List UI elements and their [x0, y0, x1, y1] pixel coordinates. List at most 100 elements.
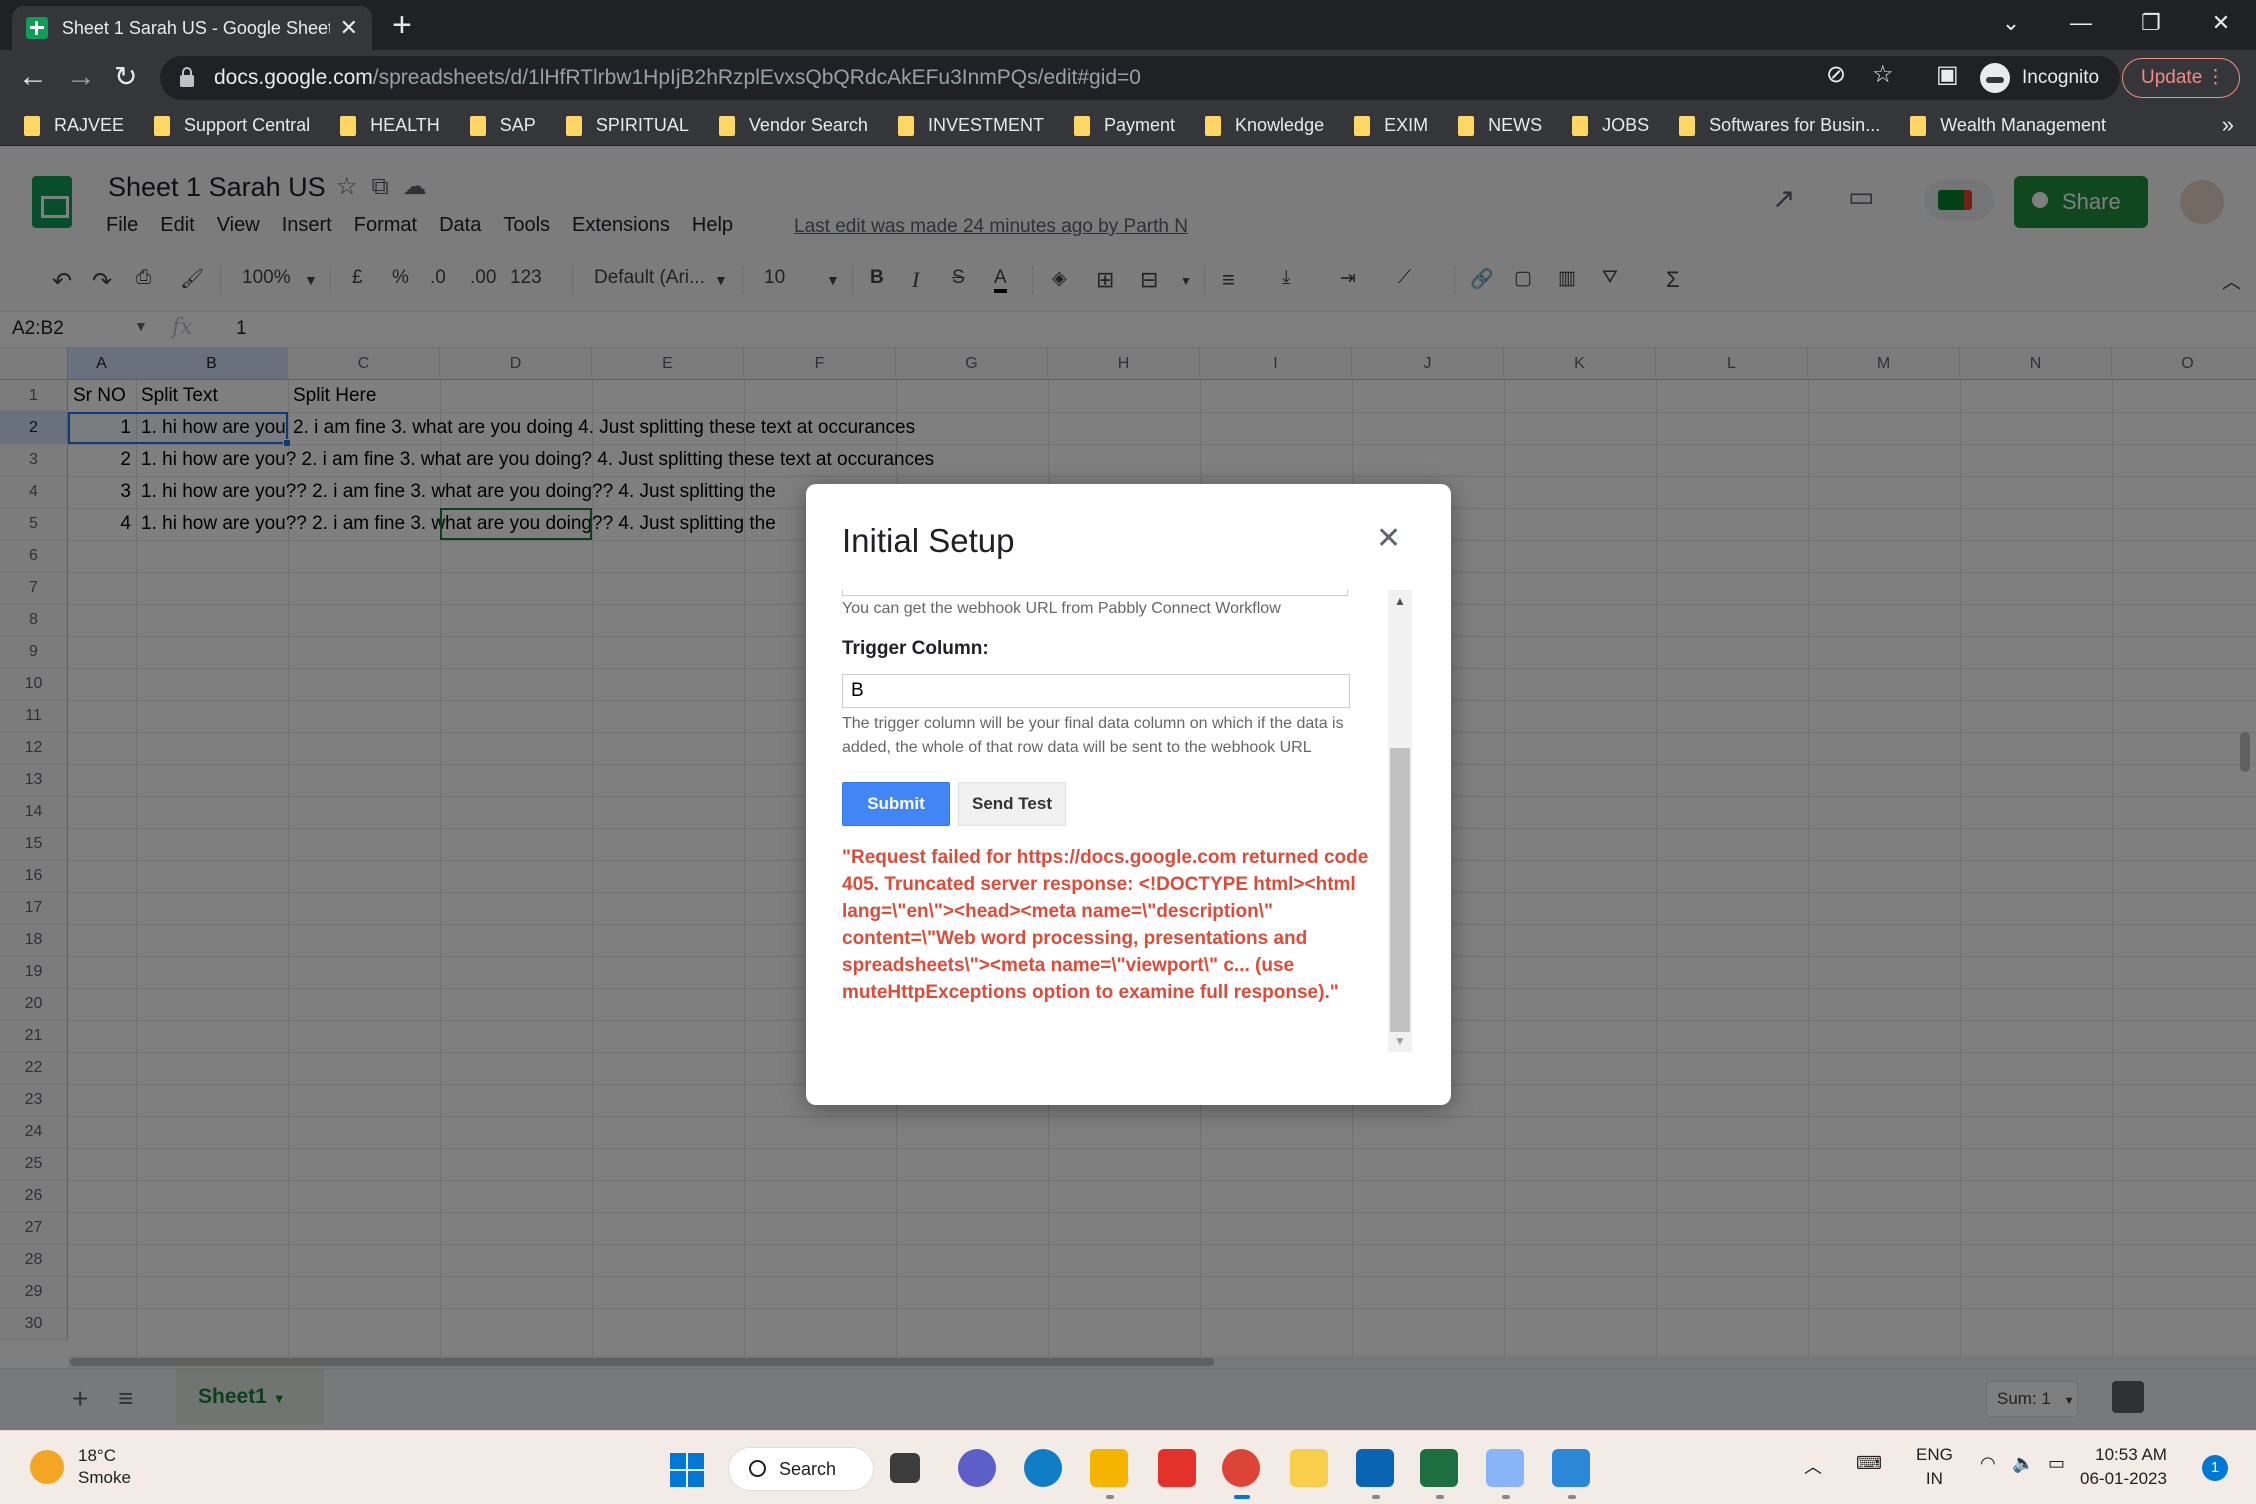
running-indicator [1436, 1495, 1444, 1499]
weather-widget[interactable]: 18°C Smoke [30, 1445, 131, 1489]
language-code: ENG [1916, 1445, 1953, 1464]
bookmark-news[interactable]: NEWS [1458, 115, 1542, 136]
excel-icon[interactable] [1420, 1449, 1458, 1487]
system-clock[interactable]: 10:53 AM 06-01-2023 [2080, 1443, 2167, 1491]
eye-off-icon[interactable]: ⊘ [1826, 60, 1846, 89]
scroll-down-icon[interactable]: ▼ [1388, 1034, 1412, 1048]
folder-icon [1679, 115, 1696, 136]
teams-chat-icon[interactable] [958, 1449, 996, 1487]
scroll-up-icon[interactable]: ▲ [1388, 594, 1412, 608]
error-message: "Request failed for https://docs.google.… [842, 847, 1369, 1003]
close-window-button[interactable]: ✕ [2186, 0, 2256, 46]
outlook-icon[interactable] [1356, 1449, 1394, 1487]
folder-icon [1572, 115, 1589, 136]
folder-icon [154, 115, 171, 136]
battery-icon[interactable]: ▭ [2048, 1453, 2065, 1474]
sticky-notes-icon[interactable] [1290, 1449, 1328, 1487]
new-tab-button[interactable]: + [392, 8, 412, 42]
bookmark-label: NEWS [1488, 115, 1543, 135]
dialog-title: Initial Setup [842, 522, 1015, 559]
webhook-url-input[interactable] [842, 590, 1348, 596]
back-arrow-icon[interactable]: ← [18, 62, 48, 92]
bookmark-label: Knowledge [1235, 115, 1325, 135]
bookmark-rajvee[interactable]: RAJVEE [24, 115, 124, 136]
bookmark-star-icon[interactable]: ☆ [1872, 60, 1894, 89]
bookmark-health[interactable]: HEALTH [340, 115, 440, 136]
folder-icon [469, 115, 486, 136]
input-language[interactable]: ENG IN [1916, 1443, 1953, 1491]
close-icon[interactable]: ✕ [1376, 524, 1401, 554]
bookmarks-overflow-icon[interactable]: » [2222, 112, 2234, 138]
photos-icon[interactable] [1552, 1449, 1590, 1487]
bookmark-softwares[interactable]: Softwares for Busin... [1679, 115, 1880, 136]
windows-start-icon[interactable] [670, 1453, 704, 1487]
folder-icon [1910, 115, 1927, 136]
edge-icon[interactable] [1024, 1449, 1062, 1487]
incognito-profile[interactable]: Incognito [1980, 56, 2099, 100]
update-button[interactable]: Update ⋮ [2122, 58, 2240, 98]
bookmark-label: Wealth Management [1940, 115, 2106, 135]
bookmark-label: SPIRITUAL [595, 115, 689, 135]
folder-icon [340, 115, 357, 136]
forward-arrow-icon[interactable]: → [66, 62, 96, 92]
initial-setup-dialog: Initial Setup ✕ You can get the webhook … [806, 484, 1451, 1105]
taskbar-search[interactable]: Search [728, 1447, 874, 1491]
reload-icon[interactable]: ↻ [114, 62, 137, 92]
tray-overflow-icon[interactable]: ︿ [1804, 1453, 1822, 1479]
url-path: /spreadsheets/d/1lHfRTlrbw1HpIjB2hRzplEv… [372, 66, 1141, 89]
restore-button[interactable]: ❐ [2116, 0, 2186, 46]
folder-icon [1354, 115, 1371, 136]
browser-tab[interactable]: Sheet 1 Sarah US - Google Sheets ✕ [12, 6, 372, 50]
bookmark-exim[interactable]: EXIM [1354, 115, 1428, 136]
send-test-button[interactable]: Send Test [958, 782, 1066, 826]
bookmark-support-central[interactable]: Support Central [154, 115, 310, 136]
folder-icon [1073, 115, 1090, 136]
bookmark-vendor-search[interactable]: Vendor Search [718, 115, 868, 136]
clock-date: 06-01-2023 [2080, 1469, 2167, 1488]
active-indicator [1234, 1495, 1250, 1499]
weather-sun-icon [30, 1450, 64, 1484]
chrome-icon[interactable] [1222, 1449, 1260, 1487]
bookmark-label: EXIM [1384, 115, 1429, 135]
volume-icon[interactable]: 🔈 [2012, 1453, 2034, 1474]
keyboard-icon[interactable]: ⌨ [1856, 1453, 1882, 1474]
anydesk-icon[interactable] [1158, 1449, 1196, 1487]
bookmark-spiritual[interactable]: SPIRITUAL [565, 115, 689, 136]
bookmark-sap[interactable]: SAP [469, 115, 536, 136]
bookmark-knowledge[interactable]: Knowledge [1205, 115, 1324, 136]
bookmark-label: SAP [499, 115, 536, 135]
lock-icon[interactable] [180, 67, 194, 87]
bookmark-label: HEALTH [370, 115, 440, 135]
minimize-button[interactable]: — [2046, 0, 2116, 46]
dialog-body: You can get the webhook URL from Pabbly … [842, 590, 1402, 1052]
incognito-icon [1980, 63, 2010, 93]
running-indicator [1372, 1495, 1380, 1499]
region-code: IN [1925, 1469, 1943, 1488]
scrollbar-thumb[interactable] [1390, 748, 1410, 1032]
folder-icon [1458, 115, 1475, 136]
wifi-icon[interactable]: ◠ [1980, 1453, 1996, 1474]
bookmark-payment[interactable]: Payment [1073, 115, 1176, 136]
bookmark-jobs[interactable]: JOBS [1572, 115, 1649, 136]
file-explorer-icon[interactable] [1090, 1449, 1128, 1487]
dialog-scrollbar[interactable]: ▲ ▼ [1388, 590, 1412, 1052]
task-view-icon[interactable] [890, 1453, 920, 1483]
bookmark-investment[interactable]: INVESTMENT [897, 115, 1044, 136]
update-label: Update [2141, 67, 2203, 88]
tab-close-icon[interactable]: ✕ [340, 15, 358, 41]
running-indicator [1106, 1495, 1114, 1499]
trigger-column-input[interactable]: B [842, 674, 1350, 708]
bookmark-wealth-management[interactable]: Wealth Management [1910, 115, 2106, 136]
folder-icon [565, 115, 582, 136]
snipping-tool-icon[interactable] [1486, 1449, 1524, 1487]
folder-icon [897, 115, 914, 136]
submit-button[interactable]: Submit [842, 782, 950, 826]
bookmark-label: Payment [1103, 115, 1176, 135]
bookmarks-bar: RAJVEE Support Central HEALTH SAP SPIRIT… [0, 106, 2256, 146]
tab-search-icon[interactable]: ⌄ [1976, 0, 2046, 46]
windows-taskbar: 18°C Smoke Search ︿ ⌨ ENG IN ◠ 🔈 ▭ 10:53 … [0, 1430, 2256, 1504]
side-panel-icon[interactable]: ▣ [1936, 60, 1959, 89]
trigger-column-hint: The trigger column will be your final da… [842, 715, 1344, 756]
folder-icon [1205, 115, 1222, 136]
notification-badge[interactable]: 1 [2202, 1455, 2228, 1481]
